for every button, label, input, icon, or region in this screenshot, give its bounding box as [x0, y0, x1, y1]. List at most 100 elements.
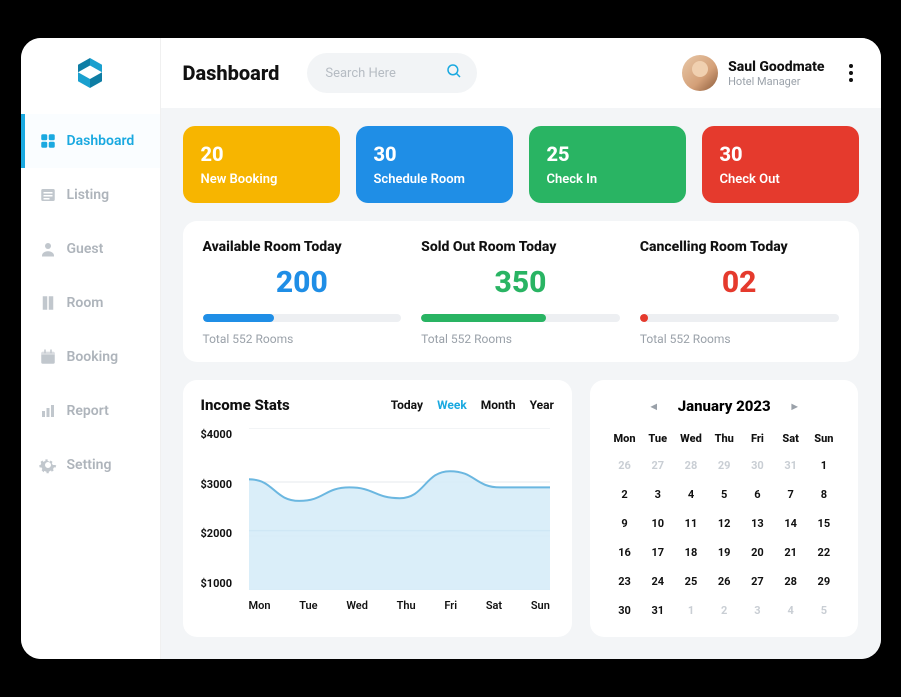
calendar-next-button[interactable]: ► — [785, 396, 805, 416]
content: 20New Booking30Schedule Room25Check In30… — [161, 108, 881, 659]
calendar-dow: Sun — [807, 426, 840, 451]
xtick: Thu — [397, 599, 416, 612]
sidebar-item-setting[interactable]: Setting — [21, 438, 160, 492]
xtick: Sat — [486, 599, 502, 612]
app-window: DashboardListing Guest Room Booking Report Se… — [21, 38, 881, 659]
app-logo — [21, 38, 160, 108]
income-panel-head: Income Stats TodayWeekMonthYear — [201, 396, 554, 414]
calendar-day[interactable]: 2 — [608, 480, 641, 509]
calendar-day[interactable]: 8 — [807, 480, 840, 509]
calendar-day[interactable]: 12 — [708, 509, 741, 538]
sidebar-item-report[interactable]: Report — [21, 384, 160, 438]
range-today[interactable]: Today — [391, 398, 423, 412]
calendar-day[interactable]: 19 — [708, 538, 741, 567]
today-sub: Total 552 Rooms — [640, 332, 839, 346]
calendar-day[interactable]: 16 — [608, 538, 641, 567]
calendar-day[interactable]: 22 — [807, 538, 840, 567]
sidebar-item-label: Guest — [67, 241, 104, 257]
ytick: $3000 — [201, 478, 233, 491]
sidebar-item-dashboard[interactable]: Dashboard — [21, 114, 160, 168]
calendar-day[interactable]: 21 — [774, 538, 807, 567]
calendar-day[interactable]: 5 — [708, 480, 741, 509]
calendar-day[interactable]: 23 — [608, 567, 641, 596]
calendar-day[interactable]: 30 — [608, 596, 641, 625]
stat-card-schedule-room[interactable]: 30Schedule Room — [356, 126, 513, 203]
calendar-day[interactable]: 1 — [807, 451, 840, 480]
calendar-day: 27 — [641, 451, 674, 480]
today-title: Cancelling Room Today — [640, 239, 839, 255]
xtick: Mon — [249, 599, 271, 612]
stat-value: 20 — [201, 142, 322, 166]
sidebar: DashboardListing Guest Room Booking Report Se… — [21, 38, 161, 659]
sidebar-nav: DashboardListing Guest Room Booking Report Se… — [21, 108, 160, 498]
ytick: $2000 — [201, 527, 233, 540]
calendar-day[interactable]: 25 — [674, 567, 707, 596]
calendar-day[interactable]: 31 — [641, 596, 674, 625]
stat-card-check-in[interactable]: 25 Check In — [529, 126, 686, 203]
calendar-day[interactable]: 4 — [674, 480, 707, 509]
stat-value: 25 — [547, 142, 668, 166]
progress-bar — [640, 314, 839, 322]
calendar-day[interactable]: 6 — [741, 480, 774, 509]
calendar-icon — [39, 348, 57, 366]
calendar-dow: Wed — [674, 426, 707, 451]
stat-card-check-out[interactable]: 30Check Out — [702, 126, 859, 203]
sidebar-item-label: Setting — [67, 457, 112, 473]
sidebar-item-label: Booking — [67, 349, 119, 365]
calendar-day[interactable]: 7 — [774, 480, 807, 509]
calendar-day[interactable]: 18 — [674, 538, 707, 567]
calendar-day[interactable]: 17 — [641, 538, 674, 567]
calendar-header: ◄ January 2023 ► — [608, 396, 841, 416]
range-year[interactable]: Year — [530, 398, 554, 412]
sidebar-item-room[interactable]: Room — [21, 276, 160, 330]
search-box — [307, 53, 476, 93]
calendar-day[interactable]: 14 — [774, 509, 807, 538]
calendar-day[interactable]: 29 — [807, 567, 840, 596]
income-chart: $4000$3000$2000$1000 MonTueWedThuFriSatS… — [201, 422, 554, 612]
calendar-day[interactable]: 3 — [641, 480, 674, 509]
calendar-day: 2 — [708, 596, 741, 625]
calendar-day: 1 — [674, 596, 707, 625]
stat-card-new-booking[interactable]: 20New Booking — [183, 126, 340, 203]
calendar-day: 31 — [774, 451, 807, 480]
today-sub: Total 552 Rooms — [421, 332, 620, 346]
xtick: Tue — [299, 599, 317, 612]
bars-icon — [39, 402, 57, 420]
xtick: Sun — [531, 599, 550, 612]
calendar-dow: Tue — [641, 426, 674, 451]
calendar-day[interactable]: 11 — [674, 509, 707, 538]
calendar-day[interactable]: 15 — [807, 509, 840, 538]
calendar-dow: Fri — [741, 426, 774, 451]
more-menu-button[interactable] — [843, 58, 859, 88]
ytick: $1000 — [201, 577, 233, 590]
stat-label: Check In — [547, 172, 668, 187]
calendar-day: 4 — [774, 596, 807, 625]
calendar-day[interactable]: 20 — [741, 538, 774, 567]
sidebar-item-guest[interactable]: Guest — [21, 222, 160, 276]
today-value: 200 — [203, 265, 402, 300]
logo-icon — [72, 55, 108, 91]
calendar-day[interactable]: 28 — [774, 567, 807, 596]
calendar-day[interactable]: 26 — [708, 567, 741, 596]
sidebar-item-listing[interactable]: Listing — [21, 168, 160, 222]
sidebar-item-label: Room — [67, 295, 104, 311]
user-meta: Saul Goodmate Hotel Manager — [728, 59, 824, 88]
today-sub: Total 552 Rooms — [203, 332, 402, 346]
bottom-row: Income Stats TodayWeekMonthYear $4000$30… — [183, 380, 859, 637]
sidebar-item-label: Report — [67, 403, 109, 419]
calendar-day[interactable]: 10 — [641, 509, 674, 538]
range-week[interactable]: Week — [437, 398, 467, 412]
calendar-prev-button[interactable]: ◄ — [644, 396, 664, 416]
calendar-day[interactable]: 27 — [741, 567, 774, 596]
calendar-day[interactable]: 9 — [608, 509, 641, 538]
calendar-day[interactable]: 24 — [641, 567, 674, 596]
calendar-day[interactable]: 13 — [741, 509, 774, 538]
sidebar-item-booking[interactable]: Booking — [21, 330, 160, 384]
door-icon — [39, 294, 57, 312]
user-menu[interactable]: Saul Goodmate Hotel Manager — [682, 55, 824, 91]
avatar — [682, 55, 718, 91]
range-month[interactable]: Month — [481, 398, 516, 412]
search-icon — [445, 62, 463, 84]
today-title: Sold Out Room Today — [421, 239, 620, 255]
calendar-dow: Sat — [774, 426, 807, 451]
